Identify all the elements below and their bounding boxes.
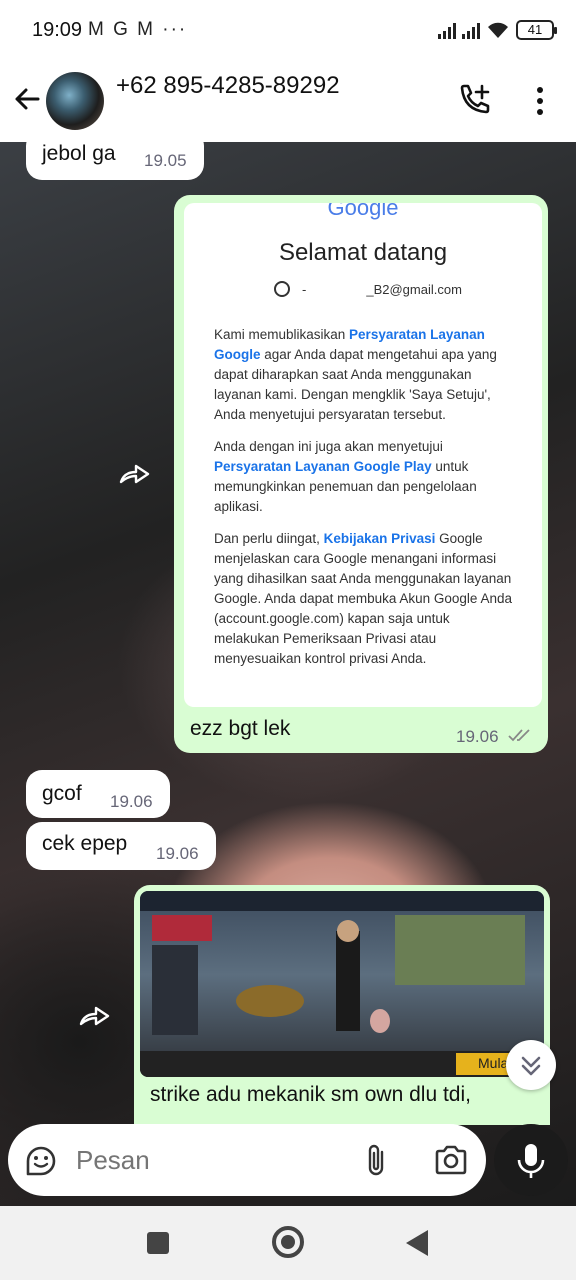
recents-icon[interactable]: [147, 1232, 169, 1254]
attached-image[interactable]: Mulai: [140, 891, 544, 1077]
back-icon[interactable]: [406, 1230, 428, 1256]
more-options-icon[interactable]: [528, 84, 552, 118]
doc-link: Kebijakan Privasi: [323, 531, 436, 546]
microphone-icon: [517, 1144, 545, 1178]
chevron-down-icon: [521, 1056, 541, 1076]
wifi-icon: [488, 22, 508, 38]
message-incoming[interactable]: gcof 19.06: [26, 770, 170, 818]
doc-account: - _B2@gmail.com: [274, 281, 462, 297]
scroll-to-bottom-button[interactable]: [506, 1040, 556, 1090]
message-outgoing[interactable]: Mulai strike adu mekanik sm own dlu tdi,: [134, 885, 550, 1125]
account-prefix: -: [302, 281, 307, 297]
attached-image[interactable]: Google Selamat datang - _B2@gmail.com Ka…: [184, 203, 542, 707]
game-scene: [140, 891, 544, 1077]
message-text: jebol ga: [42, 142, 116, 165]
sticker-icon[interactable]: [24, 1144, 58, 1178]
paperclip-icon[interactable]: [362, 1142, 392, 1178]
message-outgoing[interactable]: Google Selamat datang - _B2@gmail.com Ka…: [174, 195, 548, 753]
doc-title: Selamat datang: [278, 239, 448, 266]
battery-icon: 41: [516, 20, 557, 40]
doc-paragraph: Dan perlu diingat, Kebijakan Privasi Goo…: [214, 529, 514, 669]
contact-name[interactable]: +62 895-4285-89292: [116, 72, 340, 100]
read-ticks-icon: [508, 729, 530, 742]
back-arrow-icon[interactable]: [10, 82, 44, 116]
add-call-icon[interactable]: [456, 82, 492, 118]
message-text: strike adu mekanik sm own dlu tdi,: [150, 1083, 471, 1106]
message-composer: [8, 1124, 486, 1196]
message-time: 19.06: [156, 844, 199, 863]
doc-text: Kami memublikasikan: [214, 327, 350, 342]
doc-text: Dan perlu diingat,: [214, 531, 324, 546]
message-text: cek epep: [42, 832, 128, 855]
message-text: gcof: [42, 782, 82, 805]
message-input[interactable]: [76, 1140, 336, 1180]
signal-icon: [438, 21, 456, 39]
voice-message-button[interactable]: [494, 1124, 568, 1196]
message-incoming[interactable]: jebol ga 19.05: [26, 130, 204, 180]
contact-avatar[interactable]: [46, 72, 104, 130]
message-time: 19.06: [456, 727, 499, 746]
status-bar: 19:09 M G M ··· 41: [0, 0, 576, 62]
message-time: 19.05: [144, 151, 187, 170]
doc-text: Google menjelaskan cara Google menangani…: [214, 531, 512, 666]
forward-icon[interactable]: [78, 1002, 114, 1028]
message-text: ezz bgt lek: [190, 717, 291, 740]
message-time: 19.06: [110, 792, 153, 811]
navigation-bar: [0, 1206, 576, 1280]
google-logo: Google: [327, 203, 399, 220]
doc-text: Anda dengan ini juga akan menyetujui: [214, 439, 443, 454]
doc-paragraph: Anda dengan ini juga akan menyetujui Per…: [214, 437, 514, 517]
account-icon: [274, 281, 290, 297]
status-time: 19:09: [32, 19, 83, 41]
doc-link: Persyaratan Layanan Google Play: [214, 459, 432, 474]
account-email: _B2@gmail.com: [366, 281, 462, 297]
status-right: 41: [438, 20, 557, 40]
camera-icon[interactable]: [434, 1144, 468, 1176]
signal-icon: [462, 21, 480, 39]
forward-icon[interactable]: [118, 460, 154, 486]
message-incoming[interactable]: cek epep 19.06: [26, 822, 216, 870]
doc-paragraph: Kami memublikasikan Persyaratan Layanan …: [214, 325, 514, 425]
notification-icons: M G M ···: [88, 19, 188, 40]
home-icon[interactable]: [272, 1226, 304, 1258]
